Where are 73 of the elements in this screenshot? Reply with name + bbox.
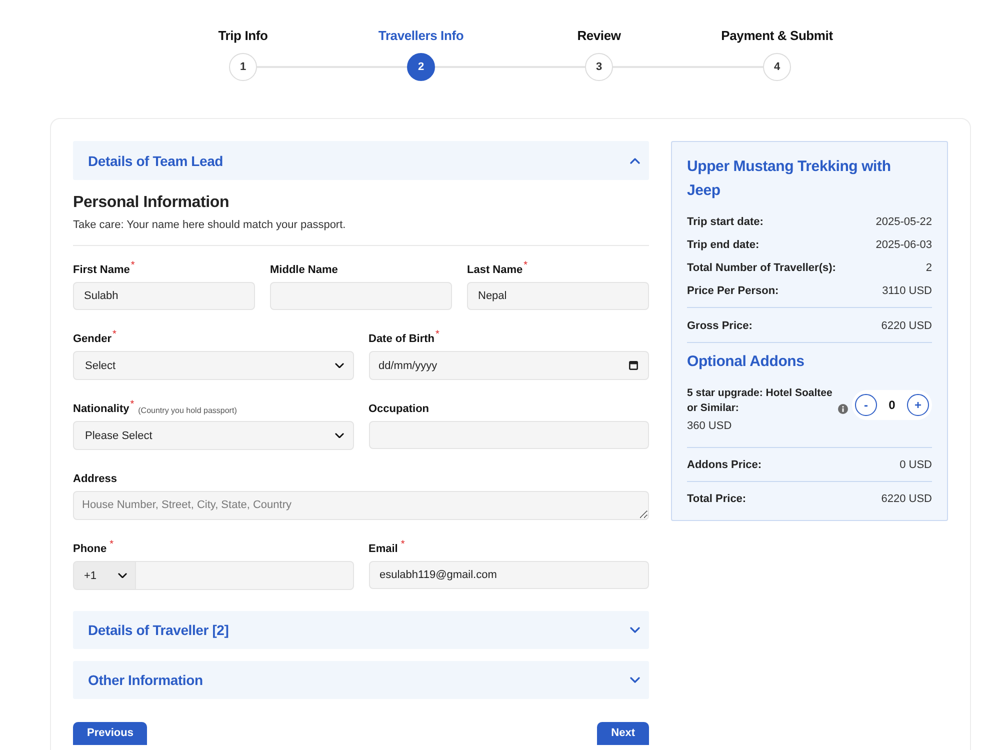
text-field[interactable] [270, 282, 452, 310]
chevron-down-icon [334, 362, 344, 368]
accordion-header[interactable]: Details of Team Lead [73, 141, 649, 180]
summary-value: 6220 USD [881, 493, 932, 505]
required-mark: * [110, 540, 114, 550]
required-mark: * [524, 261, 528, 271]
step-number[interactable]: 2 [407, 53, 435, 81]
chevron-down-icon [630, 627, 640, 633]
text-field[interactable]: Sulabh [73, 282, 255, 310]
summary-value: 6220 USD [881, 320, 932, 332]
select-field[interactable]: Please Select [73, 421, 354, 450]
field-label: Gender [73, 333, 112, 346]
summary-value: 0 USD [900, 459, 932, 471]
field-label: Occupation [368, 403, 430, 416]
section-note: Take care: Your name here should match your passport. [73, 218, 347, 232]
chevron-down-icon [334, 432, 344, 438]
summary-label: Addons Price: [687, 459, 762, 471]
addon-price: 360 USD [687, 419, 732, 434]
field-label: Middle Name [270, 264, 338, 277]
field-label: First Name [73, 264, 130, 277]
summary-label: Total Price: [687, 493, 746, 505]
required-mark: * [130, 400, 134, 410]
country-code-select[interactable]: +1 [73, 561, 136, 590]
required-mark: * [112, 330, 116, 340]
increment-button[interactable]: + [907, 394, 929, 416]
step-label: Travellers Info [378, 28, 464, 44]
chevron-up-icon [630, 158, 640, 164]
chevron-down-icon [118, 572, 127, 578]
field-label: Last Name [467, 264, 523, 277]
summary-value: 2025-05-22 [876, 216, 932, 228]
addons-heading: Optional Addons [687, 352, 806, 372]
summary-value: 2025-06-03 [876, 239, 932, 251]
text-area-field[interactable]: House Number, Street, City, State, Country [73, 491, 649, 520]
required-mark: * [400, 540, 405, 550]
summary-label: Trip start date: [687, 216, 764, 228]
field-label: Phone [73, 543, 107, 556]
nav-button[interactable]: Previous [73, 722, 148, 745]
required-mark: * [436, 330, 440, 340]
accordion-header[interactable]: Details of Traveller [2] [73, 611, 649, 649]
select-field[interactable]: Select [73, 351, 354, 380]
decrement-button[interactable]: - [855, 394, 877, 416]
step-label: Payment & Submit [721, 28, 833, 44]
step-number[interactable]: 1 [229, 53, 257, 81]
field-hint: (Country you hold passport) [138, 405, 237, 416]
summary-label: Total Number of Traveller(s): [687, 262, 836, 274]
summary-label: Trip end date: [687, 239, 760, 251]
chevron-down-icon [630, 677, 640, 683]
quantity-value: 0 [888, 398, 896, 412]
step-number[interactable]: 3 [585, 53, 613, 81]
required-mark: * [130, 261, 135, 271]
calendar-icon[interactable] [629, 361, 638, 370]
field-label: Email [368, 543, 398, 556]
nav-button[interactable]: Next [597, 722, 649, 745]
summary-label: Gross Price: [687, 320, 752, 332]
date-field[interactable]: dd/mm/yyyy [368, 351, 649, 380]
trip-title: Upper Mustang Trekking with Jeep [687, 157, 892, 201]
step-number[interactable]: 4 [763, 53, 791, 81]
summary-label: Price Per Person: [687, 285, 779, 297]
summary-value: 2 [926, 262, 932, 274]
phone-field[interactable] [136, 561, 354, 590]
field-label: Date of Birth [368, 333, 434, 346]
step-label: Trip Info [218, 28, 268, 44]
step-label: Review [577, 28, 621, 44]
section-heading: Personal Information [73, 194, 230, 212]
text-field[interactable]: esulabh119@gmail.com [368, 561, 649, 589]
text-field[interactable] [368, 421, 649, 449]
field-label: Nationality [73, 403, 130, 416]
addon-name: 5 star upgrade: Hotel Soaltee or Similar: [687, 386, 834, 416]
info-icon[interactable] [838, 404, 848, 414]
text-field[interactable]: Nepal [467, 282, 649, 310]
field-label: Address [73, 473, 118, 486]
accordion-header[interactable]: Other Information [73, 661, 649, 699]
summary-value: 3110 USD [882, 285, 932, 297]
